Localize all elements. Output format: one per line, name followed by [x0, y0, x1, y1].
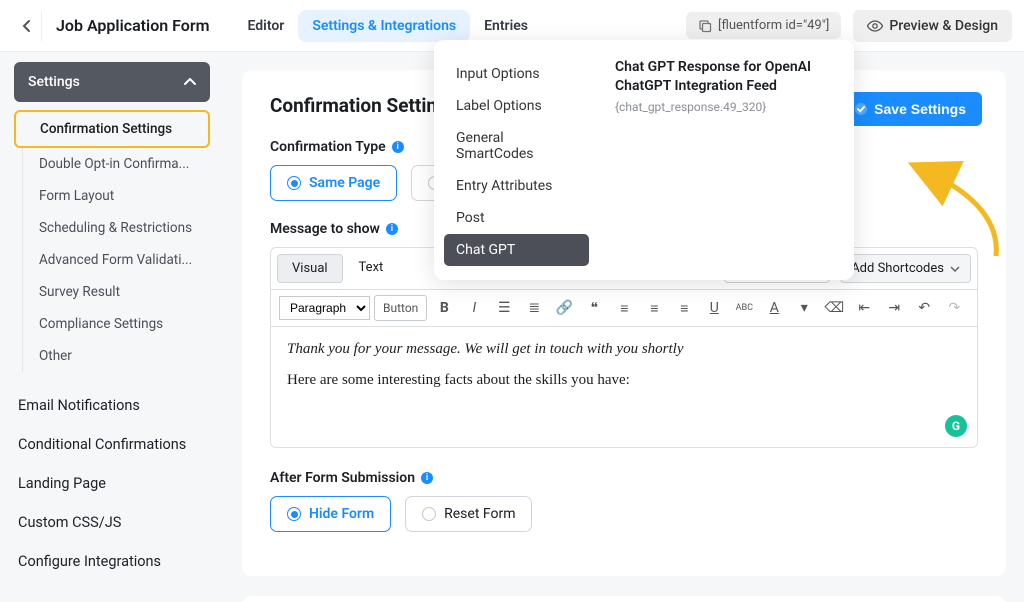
eye-icon [867, 20, 883, 32]
sidebar-item-form-layout[interactable]: Form Layout [22, 180, 210, 212]
info-icon[interactable]: i [392, 141, 404, 153]
sidebar-item-confirmation-settings[interactable]: Confirmation Settings [14, 110, 210, 148]
outdent-icon[interactable]: ⇤ [851, 295, 877, 321]
sidebar-item-double-optin[interactable]: Double Opt-in Confirma... [22, 148, 210, 180]
editor-toolbar: Paragraph Button B I ☰ ≣ 🔗 ❝ ≡ ≡ ≡ U ABC… [271, 290, 977, 327]
radio-icon [422, 507, 436, 521]
popover-detail[interactable]: Chat GPT Response for OpenAI ChatGPT Int… [599, 40, 854, 280]
sidebar-item-custom-css-js[interactable]: Custom CSS/JS [14, 503, 210, 542]
clear-format-icon[interactable]: ⌫ [821, 295, 847, 321]
sidebar-item-configure-integrations[interactable]: Configure Integrations [14, 542, 210, 581]
sidebar-settings-toggle[interactable]: Settings [14, 62, 210, 102]
popover-right-code: {chat_gpt_response.49_320} [615, 100, 838, 114]
save-settings-button[interactable]: Save Settings [838, 92, 982, 126]
info-icon[interactable]: i [421, 472, 433, 484]
option-label: Same Page [309, 175, 380, 191]
tab-editor[interactable]: Editor [234, 10, 299, 42]
popover-categories: Input Options Label Options General Smar… [434, 40, 599, 280]
option-label: Reset Form [444, 506, 515, 522]
sidebar-item-compliance[interactable]: Compliance Settings [22, 308, 210, 340]
pop-cat-entry-attributes[interactable]: Entry Attributes [444, 170, 589, 202]
preview-design-button[interactable]: Preview & Design [853, 10, 1012, 42]
sidebar-sub-list: Confirmation Settings Double Opt-in Conf… [14, 110, 210, 372]
sidebar-item-other[interactable]: Other [22, 340, 210, 372]
pop-cat-post[interactable]: Post [444, 202, 589, 234]
sidebar-item-survey-result[interactable]: Survey Result [22, 276, 210, 308]
option-hide-form[interactable]: Hide Form [270, 496, 391, 532]
option-label: Hide Form [309, 506, 374, 522]
editor-content[interactable]: Thank you for your message. We will get … [271, 327, 977, 447]
after-submission-options: Hide Form Reset Form [270, 496, 978, 532]
pop-cat-chat-gpt[interactable]: Chat GPT [444, 234, 589, 266]
editor-tab-text[interactable]: Text [345, 254, 398, 283]
shortcode-text: [fluentform id="49"] [718, 18, 829, 33]
sidebar-item-conditional-confirmations[interactable]: Conditional Confirmations [14, 425, 210, 464]
sidebar-item-landing-page[interactable]: Landing Page [14, 464, 210, 503]
sidebar-top-list: Email Notifications Conditional Confirma… [14, 386, 210, 581]
label-after-submission: After Form Submission i [270, 470, 978, 486]
chevron-left-icon [22, 19, 32, 33]
align-right-icon[interactable]: ≡ [671, 295, 697, 321]
button-insert[interactable]: Button [374, 295, 427, 321]
underline-icon[interactable]: U [701, 295, 727, 321]
option-reset-form[interactable]: Reset Form [405, 496, 532, 532]
numbered-list-icon[interactable]: ≣ [521, 295, 547, 321]
sidebar-item-email-notifications[interactable]: Email Notifications [14, 386, 210, 425]
chevron-up-icon [184, 78, 196, 86]
pop-cat-label-options[interactable]: Label Options [444, 90, 589, 122]
strike-icon[interactable]: ABC [731, 295, 757, 321]
redo-icon[interactable]: ↷ [941, 295, 967, 321]
add-shortcodes-button[interactable]: Add Shortcodes [840, 254, 971, 283]
bold-icon[interactable]: B [431, 295, 457, 321]
radio-icon [287, 507, 301, 521]
sidebar-header-label: Settings [28, 74, 80, 90]
italic-icon[interactable]: I [461, 295, 487, 321]
tab-entries[interactable]: Entries [470, 10, 542, 42]
shortcode-chip[interactable]: [fluentform id="49"] [686, 12, 841, 39]
link-icon[interactable]: 🔗 [551, 295, 577, 321]
chevron-down-icon [950, 266, 960, 272]
radio-icon [287, 176, 301, 190]
check-circle-icon [854, 102, 868, 116]
undo-icon[interactable]: ↶ [911, 295, 937, 321]
copy-icon [698, 19, 712, 33]
add-shortcodes-label: Add Shortcodes [851, 261, 944, 276]
sidebar-item-advanced-validation[interactable]: Advanced Form Validati... [22, 244, 210, 276]
tab-settings[interactable]: Settings & Integrations [298, 10, 470, 42]
preview-label: Preview & Design [889, 18, 998, 34]
indent-icon[interactable]: ⇥ [881, 295, 907, 321]
message-line-1: Thank you for your message. We will get … [287, 341, 961, 358]
sidebar: Settings Confirmation Settings Double Op… [0, 52, 224, 602]
sidebar-item-scheduling[interactable]: Scheduling & Restrictions [22, 212, 210, 244]
message-line-2: Here are some interesting facts about th… [287, 372, 961, 389]
text-color-icon[interactable]: A [761, 295, 787, 321]
pop-cat-general-smartcodes[interactable]: General SmartCodes [444, 122, 589, 170]
save-label: Save Settings [874, 101, 966, 117]
option-same-page[interactable]: Same Page [270, 165, 397, 201]
form-title: Job Application Form [56, 16, 210, 35]
align-center-icon[interactable]: ≡ [641, 295, 667, 321]
chevron-down-icon[interactable]: ▾ [791, 295, 817, 321]
quote-icon[interactable]: ❝ [581, 295, 607, 321]
align-left-icon[interactable]: ≡ [611, 295, 637, 321]
editor-tab-visual[interactable]: Visual [277, 254, 343, 283]
double-optin-panel: Double Optin Confirmation [242, 596, 1006, 602]
grammarly-icon[interactable]: G [945, 415, 967, 437]
popover-right-title: Chat GPT Response for OpenAI ChatGPT Int… [615, 58, 838, 96]
paragraph-select[interactable]: Paragraph [279, 296, 370, 320]
back-button[interactable] [12, 11, 42, 41]
pop-cat-input-options[interactable]: Input Options [444, 58, 589, 90]
info-icon[interactable]: i [386, 223, 398, 235]
shortcodes-popover: Input Options Label Options General Smar… [434, 40, 854, 280]
bullet-list-icon[interactable]: ☰ [491, 295, 517, 321]
